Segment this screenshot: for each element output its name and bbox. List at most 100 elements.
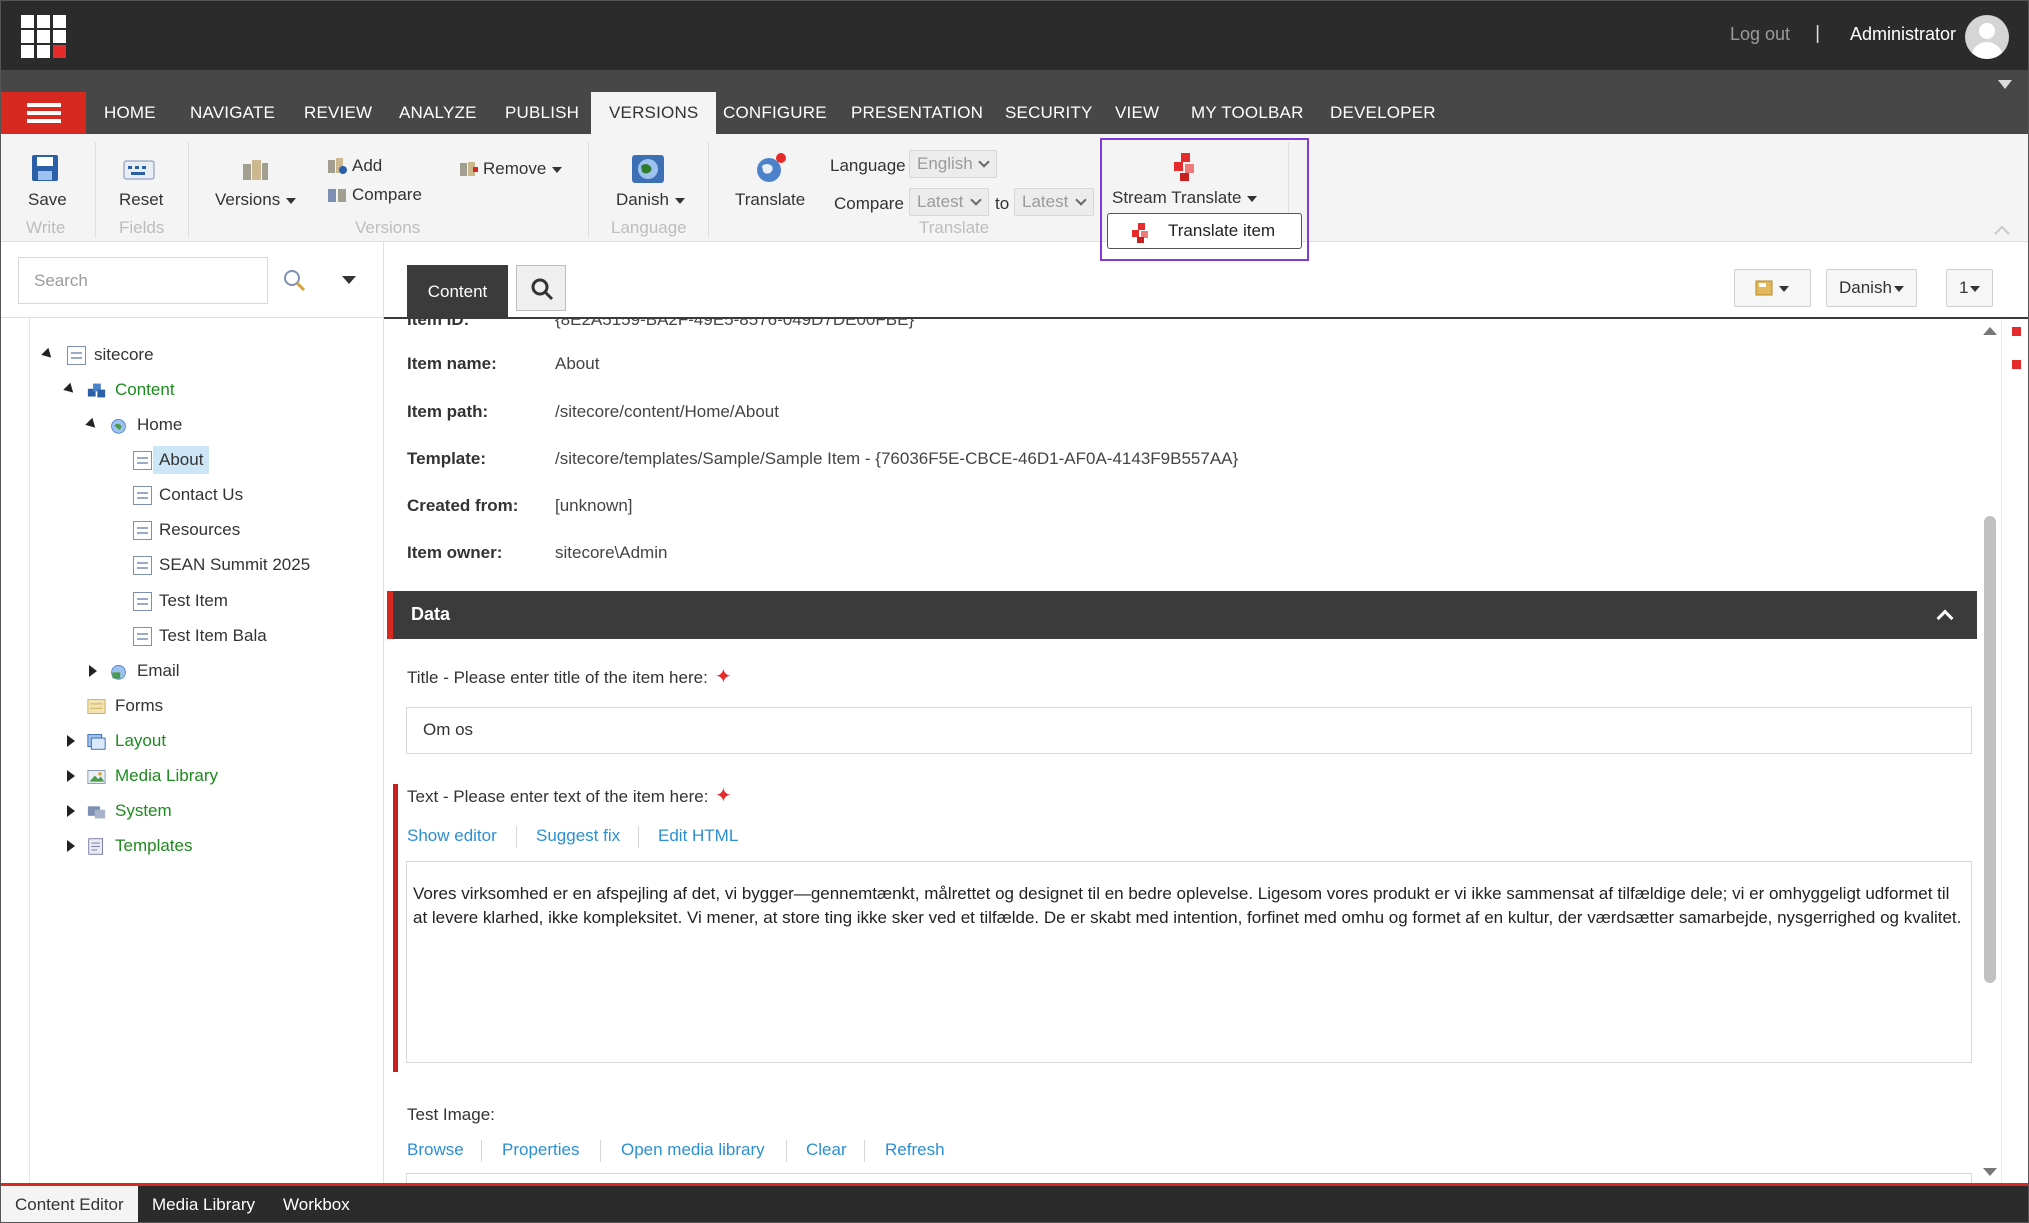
forms-icon — [87, 699, 106, 714]
versions-dropdown[interactable]: Versions — [215, 190, 297, 210]
collapse-icon[interactable] — [63, 382, 77, 397]
collapse-icon[interactable] — [41, 347, 55, 362]
tab-home[interactable]: HOME — [86, 92, 174, 134]
refresh-link[interactable]: Refresh — [885, 1140, 945, 1160]
document-icon — [133, 627, 152, 646]
tab-versions[interactable]: VERSIONS — [591, 92, 717, 134]
tab-content[interactable]: Content — [407, 265, 508, 318]
tree-search-input[interactable]: Search — [18, 257, 268, 304]
tab-workbox[interactable]: Workbox — [269, 1186, 364, 1222]
edit-html-link[interactable]: Edit HTML — [658, 826, 738, 846]
system-icon — [87, 806, 106, 819]
document-icon — [133, 592, 152, 611]
content-language-dropdown[interactable]: Danish — [1826, 269, 1917, 307]
expand-icon[interactable] — [67, 840, 75, 852]
scrollbar-thumb[interactable] — [1984, 516, 1996, 983]
content-icon — [87, 383, 106, 398]
tab-navigate[interactable]: NAVIGATE — [172, 92, 293, 134]
tab-analyze[interactable]: ANALYZE — [381, 92, 495, 134]
menu-icon[interactable] — [1, 92, 86, 134]
language-dropdown[interactable]: Danish — [616, 190, 685, 210]
translate-item-label: Translate item — [1168, 221, 1276, 240]
item-name-value: About — [555, 354, 600, 373]
tab-search[interactable] — [516, 265, 566, 311]
tab-media-library[interactable]: Media Library — [138, 1186, 269, 1222]
ribbon: Save Write Reset Fields Versions Add Com… — [1, 134, 2028, 242]
language-label: Language — [830, 156, 906, 175]
show-editor-link[interactable]: Show editor — [407, 826, 497, 846]
tab-content-editor[interactable]: Content Editor — [1, 1186, 138, 1222]
translate-button[interactable]: Translate — [735, 190, 805, 210]
sitecore-icon — [67, 346, 86, 365]
version-dropdown[interactable]: 1 — [1946, 269, 1994, 307]
suggest-fix-link[interactable]: Suggest fix — [536, 826, 620, 846]
collapse-ribbon-icon[interactable] — [1993, 224, 2011, 236]
properties-link[interactable]: Properties — [502, 1140, 579, 1160]
user-name[interactable]: Administrator — [1850, 24, 1956, 45]
clear-link[interactable]: Clear — [806, 1140, 847, 1160]
language-select[interactable]: English — [909, 150, 997, 178]
logout-link[interactable]: Log out — [1730, 24, 1790, 45]
remove-version-dropdown[interactable]: Remove — [483, 159, 563, 179]
versions-group-label: Versions — [355, 218, 421, 237]
section-title: Data — [411, 604, 451, 624]
templates-icon — [88, 838, 103, 855]
scroll-down-arrow[interactable] — [1983, 1168, 1997, 1176]
data-section-header[interactable]: Data — [387, 591, 1977, 639]
open-media-library-link[interactable]: Open media library — [621, 1140, 765, 1160]
validation-marker[interactable] — [2012, 327, 2021, 336]
save-icon — [32, 155, 58, 181]
reset-button[interactable]: Reset — [119, 190, 163, 210]
text-field-label: Text - Please enter text of the item her… — [407, 787, 709, 806]
text-field-richtext[interactable]: Vores virksomhed er en afspejling af det… — [406, 861, 1972, 1063]
reset-fields-icon — [123, 160, 155, 180]
test-image-label: Test Image: — [407, 1105, 495, 1124]
compare-to-select[interactable]: Latest — [1014, 188, 1094, 216]
compare-button[interactable]: Compare — [352, 185, 422, 205]
media-library-icon — [87, 770, 106, 784]
compare-from-select[interactable]: Latest — [909, 188, 989, 216]
stream-translate-small-icon — [1132, 223, 1148, 243]
add-version-button[interactable]: Add — [352, 156, 382, 176]
bottom-app-tabs: Content Editor Media Library Workbox — [1, 1183, 2028, 1222]
template-label: Template: — [407, 449, 487, 468]
document-icon — [133, 486, 152, 505]
tab-security[interactable]: SECURITY — [987, 92, 1111, 134]
expand-icon[interactable] — [67, 770, 75, 782]
translate-item-menu-item[interactable]: Translate item — [1107, 213, 1302, 249]
title-field-label: Title - Please enter title of the item h… — [407, 668, 708, 687]
browse-link[interactable]: Browse — [407, 1140, 464, 1160]
item-path-label: Item path: — [407, 402, 489, 421]
launchpad-icon[interactable] — [21, 15, 67, 59]
avatar-icon[interactable] — [1965, 15, 2009, 59]
tab-view[interactable]: VIEW — [1097, 92, 1177, 134]
tab-developer[interactable]: DEVELOPER — [1312, 92, 1454, 134]
item-navigator-button[interactable] — [1734, 269, 1811, 307]
tab-my-toolbar[interactable]: MY TOOLBAR — [1173, 92, 1322, 134]
item-id-row-clipped: Item ID: {8E2A5159-BA2F-49E5-8576-049D7D… — [407, 319, 915, 329]
document-icon — [133, 556, 152, 575]
tab-presentation[interactable]: PRESENTATION — [833, 92, 1001, 134]
translate-icon — [757, 153, 786, 182]
divider — [29, 318, 30, 1183]
ai-sparkle-icon[interactable]: ✦ — [715, 783, 732, 808]
save-button[interactable]: Save — [28, 190, 67, 210]
title-field-input[interactable]: Om os — [406, 707, 1972, 754]
email-icon — [111, 665, 126, 680]
collapse-icon[interactable] — [85, 417, 99, 432]
collapse-section-icon[interactable] — [1936, 609, 1954, 627]
expand-icon[interactable] — [89, 665, 97, 677]
scroll-up-arrow[interactable] — [1983, 327, 1997, 335]
tab-publish[interactable]: PUBLISH — [487, 92, 597, 134]
expand-icon[interactable] — [67, 805, 75, 817]
search-options-dropdown[interactable] — [342, 276, 356, 284]
validation-marker[interactable] — [2012, 360, 2021, 369]
collapse-tabs-icon[interactable] — [1998, 80, 2012, 89]
expand-icon[interactable] — [67, 735, 75, 747]
compare-label: Compare — [834, 194, 904, 213]
home-globe-icon — [111, 419, 126, 434]
ai-sparkle-icon[interactable]: ✦ — [715, 664, 732, 689]
tab-configure[interactable]: CONFIGURE — [705, 92, 845, 134]
tab-review[interactable]: REVIEW — [286, 92, 390, 134]
search-icon[interactable] — [283, 269, 307, 293]
